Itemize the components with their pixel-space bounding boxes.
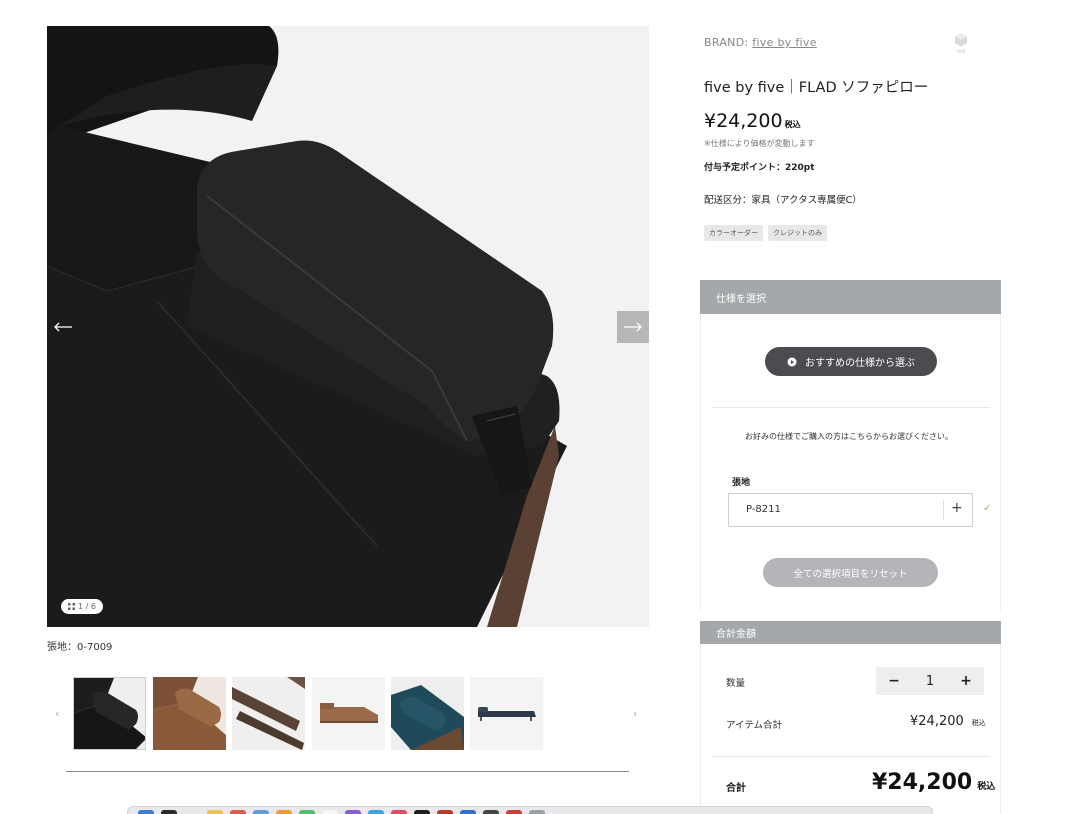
item-total: ¥24,200 税込 [910, 714, 986, 729]
product-price: ¥24,200 税込 [704, 110, 801, 132]
dock-app-icon[interactable] [161, 810, 177, 814]
play-circle-icon [787, 357, 797, 366]
dock [127, 806, 933, 814]
brand-logo-icon: FIVE [955, 33, 967, 54]
thumbnail-prev-icon[interactable]: ‹ [55, 707, 59, 720]
dock-app-icon[interactable] [368, 810, 384, 814]
item-total-tax-label: 税込 [971, 719, 986, 727]
tag-credit-only: クレジットのみ [768, 225, 827, 241]
dock-app-icon[interactable] [322, 810, 338, 814]
recommend-spec-label: おすすめの仕様から選ぶ [805, 358, 915, 369]
dock-app-icon[interactable] [391, 810, 407, 814]
item-total-value: ¥24,200 [910, 714, 964, 729]
points-info: 付与予定ポイント：220pt [704, 163, 815, 173]
arrow-right-icon [624, 322, 642, 332]
product-title: five by five｜FLAD ソファピロー [704, 80, 929, 96]
price-value: ¥24,200 [704, 110, 783, 132]
grid-icon [68, 603, 75, 610]
choose-note: お好みの仕様でご購入の方はこちらからお選びください。 [745, 432, 953, 441]
shipping-info: 配送区分：家具（アクタス専属便C） [704, 195, 862, 206]
main-product-image [47, 26, 649, 627]
grand-total-tax-label: 税込 [977, 782, 996, 792]
plus-icon: + [951, 500, 963, 516]
dock-app-icon[interactable] [414, 810, 430, 814]
tag-color-order: カラーオーダー [704, 225, 763, 241]
reset-selection-label: 全ての選択項目をリセット [793, 568, 908, 580]
check-icon: ✓ [983, 503, 992, 514]
thumbnail-4[interactable] [312, 677, 385, 750]
item-total-label: アイテム合計 [726, 720, 783, 731]
price-note: ※仕様により価格が変動します [704, 139, 815, 148]
dock-app-icon[interactable] [138, 810, 154, 814]
thumbnail-next-icon[interactable]: › [633, 707, 637, 720]
thumbnail-2[interactable] [153, 677, 226, 750]
thumbnail-strap-detail [232, 677, 305, 750]
dock-app-icon[interactable] [253, 810, 269, 814]
reset-selection-button[interactable]: 全ての選択項目をリセット [763, 558, 938, 587]
thumbnail-strip: ‹ › [47, 677, 649, 750]
quantity-label: 数量 [726, 678, 746, 689]
dock-app-icon[interactable] [276, 810, 292, 814]
dock-app-icon[interactable] [184, 810, 200, 814]
fabric-select[interactable]: P-8211 + [728, 493, 973, 527]
dock-app-icon[interactable] [437, 810, 453, 814]
image-counter-text: 1 / 6 [78, 602, 96, 611]
total-divider [711, 756, 990, 757]
fabric-field-label: 張地 [732, 478, 751, 488]
spec-panel-title: 仕様を選択 [716, 293, 766, 305]
dock-app-icon[interactable] [529, 810, 545, 814]
grand-total-label: 合計 [726, 783, 746, 794]
dock-app-icon[interactable] [460, 810, 476, 814]
dock-app-icon[interactable] [483, 810, 499, 814]
thumbnail-3[interactable] [232, 677, 305, 750]
fabric-select-separator [943, 500, 944, 520]
brand-label: BRAND: [704, 36, 749, 49]
spec-panel-header: 仕様を選択 [700, 280, 1001, 314]
decrease-quantity-button[interactable]: − [888, 673, 900, 689]
dock-app-icon[interactable] [299, 810, 315, 814]
increase-quantity-button[interactable]: + [960, 673, 972, 689]
quantity-value[interactable]: 1 [926, 674, 934, 689]
total-panel-title: 合計金額 [716, 629, 756, 640]
thumbnail-1[interactable] [73, 677, 146, 750]
fabric-select-value: P-8211 [746, 504, 781, 515]
brand-logo-text: FIVE [957, 49, 966, 54]
brand-logo: FIVE [948, 30, 974, 56]
thumbnail-divider [66, 771, 629, 772]
next-image-button[interactable] [617, 311, 649, 343]
thumbnail-6[interactable] [470, 677, 543, 750]
grand-total: ¥24,200 税込 [872, 770, 995, 795]
recommend-spec-button[interactable]: おすすめの仕様から選ぶ [765, 347, 937, 376]
product-tags: カラーオーダー クレジットのみ [704, 225, 827, 241]
total-panel-header: 合計金額 [700, 621, 1001, 644]
dock-app-icon[interactable] [230, 810, 246, 814]
arrow-left-icon [54, 322, 72, 332]
quantity-stepper: − 1 + [876, 667, 984, 695]
brand-link[interactable]: five by five [752, 36, 817, 49]
dock-app-icon[interactable] [345, 810, 361, 814]
thumbnail-blue-sofa [391, 677, 464, 750]
dock-app-icon[interactable] [207, 810, 223, 814]
thumbnail-navy-daybed [470, 677, 543, 750]
image-counter[interactable]: 1 / 6 [61, 599, 103, 614]
dock-app-icon[interactable] [506, 810, 522, 814]
spec-divider [711, 407, 990, 408]
thumbnail-5[interactable] [391, 677, 464, 750]
image-caption-text: 張地：0-7009 [47, 642, 113, 653]
previous-image-button[interactable] [47, 311, 79, 343]
thumbnail-black-leather [74, 678, 145, 749]
sofa-photo [47, 26, 649, 627]
grand-total-value: ¥24,200 [872, 770, 973, 795]
thumbnail-brown-sofa [312, 677, 385, 750]
price-tax-label: 税込 [784, 120, 801, 129]
image-caption: 張地：0-7009 [47, 638, 112, 653]
brand-line: BRAND: five by five [704, 36, 817, 49]
thumbnail-brown-leather [153, 677, 226, 750]
